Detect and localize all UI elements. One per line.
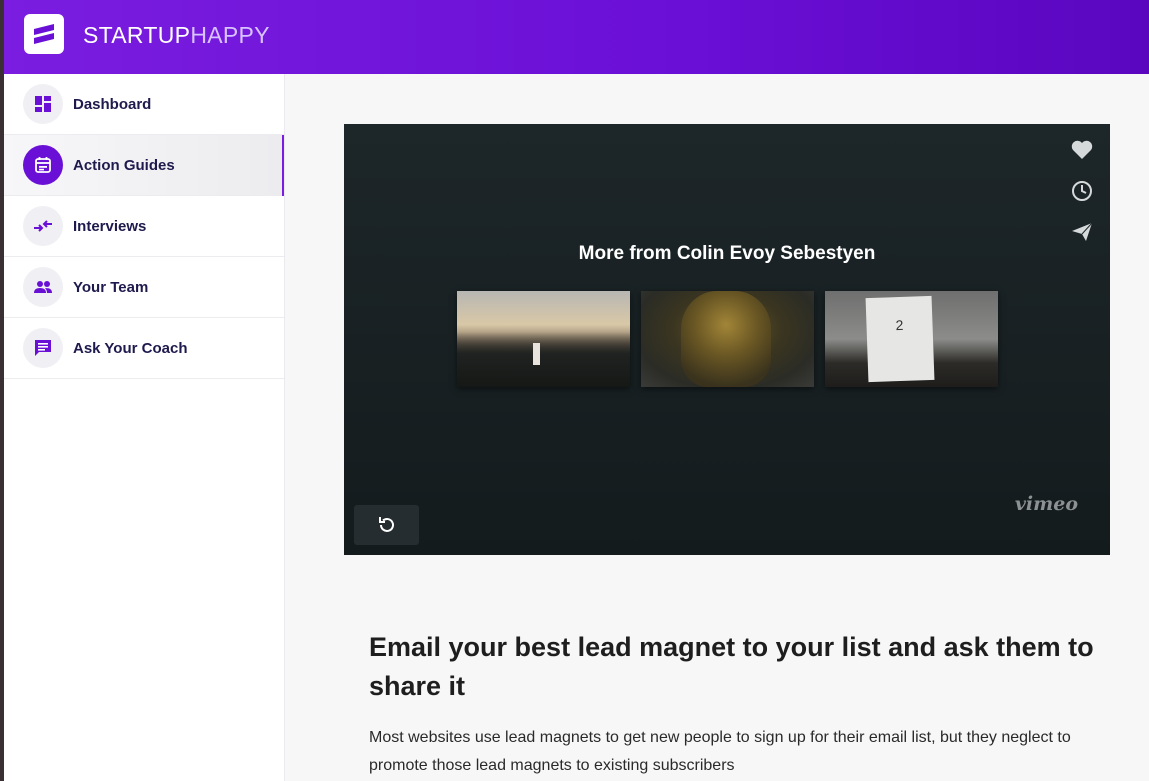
article-title: Email your best lead magnet to your list… xyxy=(369,632,1094,702)
dashboard-icon xyxy=(23,84,63,124)
top-bar: STARTUPHAPPY xyxy=(4,0,1149,74)
calendar-icon xyxy=(23,145,63,185)
people-icon xyxy=(23,267,63,307)
swap-arrows-icon xyxy=(23,206,63,246)
sidebar-item-label: Interviews xyxy=(73,217,147,235)
more-from-title: More from Colin Evoy Sebestyen xyxy=(578,243,876,264)
sidebar-item-interviews[interactable]: Interviews xyxy=(4,196,284,257)
sidebar-item-action-guides[interactable]: Action Guides xyxy=(4,135,284,196)
brand-name[interactable]: STARTUPHAPPY xyxy=(83,22,270,49)
article-body: Most websites use lead magnets to get ne… xyxy=(369,729,1071,774)
logo-icon xyxy=(34,24,54,44)
sign-number: 2 xyxy=(895,316,904,334)
sidebar-item-label: Dashboard xyxy=(73,95,152,113)
video-thumbnail-gold-face[interactable] xyxy=(641,291,814,387)
chat-icon xyxy=(23,328,63,368)
window-edge xyxy=(0,0,4,781)
sidebar-item-label: Ask Your Coach xyxy=(73,339,188,357)
sidebar-item-label: Action Guides xyxy=(73,156,175,174)
video-thumbnail-sign[interactable]: 2 xyxy=(825,291,998,387)
replay-button[interactable] xyxy=(354,505,419,545)
video-thumbnail-lighthouse[interactable] xyxy=(457,291,630,387)
sidebar: Dashboard Action Guides Interviews Your … xyxy=(4,74,285,781)
brand-part-2: HAPPY xyxy=(190,22,270,48)
vimeo-logo[interactable]: vimeo xyxy=(1015,493,1078,515)
sidebar-item-ask-your-coach[interactable]: Ask Your Coach xyxy=(4,318,284,379)
video-player[interactable]: More from Colin Evoy Sebestyen 2 vimeo xyxy=(344,124,1110,555)
sidebar-item-your-team[interactable]: Your Team xyxy=(4,257,284,318)
sidebar-item-label: Your Team xyxy=(73,278,149,296)
heart-icon[interactable] xyxy=(1070,138,1094,162)
related-videos: 2 xyxy=(457,291,1009,387)
sidebar-item-dashboard[interactable]: Dashboard xyxy=(4,74,284,135)
send-icon[interactable] xyxy=(1070,220,1094,244)
replay-icon xyxy=(378,517,394,532)
logo[interactable] xyxy=(24,14,64,54)
brand-part-1: STARTUP xyxy=(83,22,191,48)
clock-icon[interactable] xyxy=(1070,179,1094,203)
